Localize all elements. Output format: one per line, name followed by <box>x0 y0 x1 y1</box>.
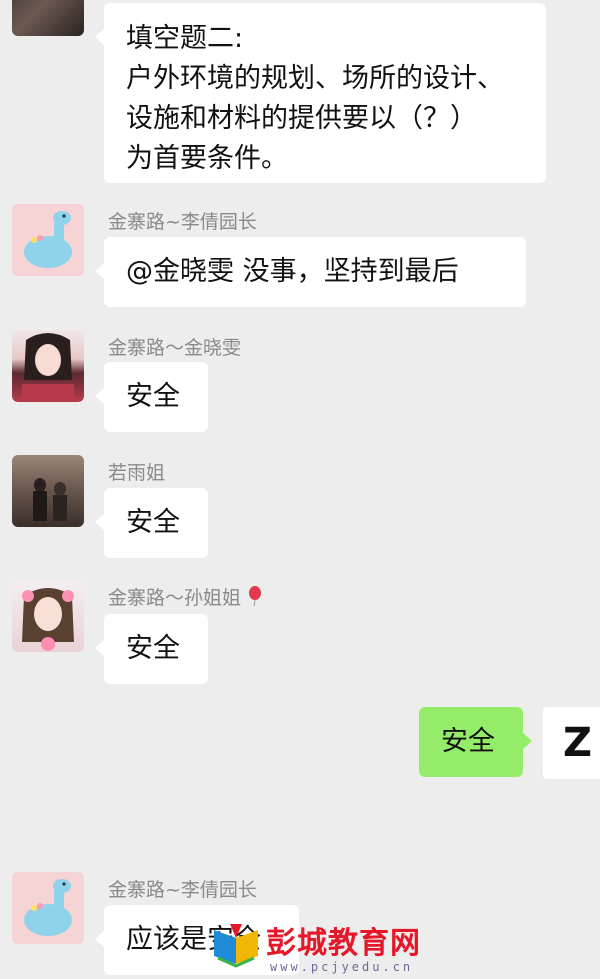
message-bubble[interactable]: 填空题二: 户外环境的规划、场所的设计、 设施和材料的提供要以（？） 为首要条件… <box>95 3 546 183</box>
watermark: 彭城教育网 www.pcjyedu.cn <box>208 916 420 976</box>
message-bubble[interactable]: 安全 <box>95 614 208 684</box>
couple-photo-avatar-icon <box>33 478 67 521</box>
message-text: 安全 <box>126 381 180 412</box>
watermark-title: 彭城教育网 <box>266 926 421 961</box>
balloon-icon <box>248 586 262 611</box>
watermark-url: www.pcjyedu.cn <box>270 960 414 974</box>
sender-name: 金寨路~李倩园长 <box>108 211 257 233</box>
dinosaur-avatar-icon <box>24 879 72 936</box>
avatar[interactable] <box>12 330 84 402</box>
message-text: @金晓雯 没事，坚持到最后 <box>126 256 459 287</box>
self-avatar[interactable]: Z <box>543 707 600 779</box>
avatar[interactable] <box>12 0 84 36</box>
dinosaur-avatar-icon <box>24 211 72 268</box>
message-line: 设施和材料的提供要以（？） <box>126 103 477 134</box>
sender-name: 金寨路~李倩园长 <box>108 879 257 901</box>
message-line: 户外环境的规划、场所的设计、 <box>126 63 504 94</box>
portrait-avatar-icon <box>22 333 74 402</box>
avatar[interactable] <box>12 872 84 944</box>
sender-name: 若雨姐 <box>108 462 166 484</box>
portrait-avatar-icon <box>22 588 74 651</box>
avatar-letter: Z <box>563 720 593 766</box>
message-line: 填空题二: <box>126 23 244 54</box>
avatar[interactable] <box>12 455 84 527</box>
message-text: 安全 <box>441 726 495 757</box>
book-logo-icon <box>214 924 258 968</box>
sender-name: 金寨路～孙姐姐 <box>108 583 262 611</box>
sender-name: 金寨路～金晓雯 <box>108 337 242 359</box>
avatar[interactable] <box>12 204 84 276</box>
message-line: 为首要条件。 <box>126 143 288 174</box>
message-text: 安全 <box>126 507 180 538</box>
message-bubble[interactable]: @金晓雯 没事，坚持到最后 <box>95 237 526 307</box>
message-bubble[interactable]: 安全 <box>95 488 208 558</box>
avatar[interactable] <box>12 580 84 652</box>
message-text: 安全 <box>126 633 180 664</box>
message-bubble[interactable]: 安全 <box>95 362 208 432</box>
self-message-bubble[interactable]: 安全 <box>419 707 532 777</box>
